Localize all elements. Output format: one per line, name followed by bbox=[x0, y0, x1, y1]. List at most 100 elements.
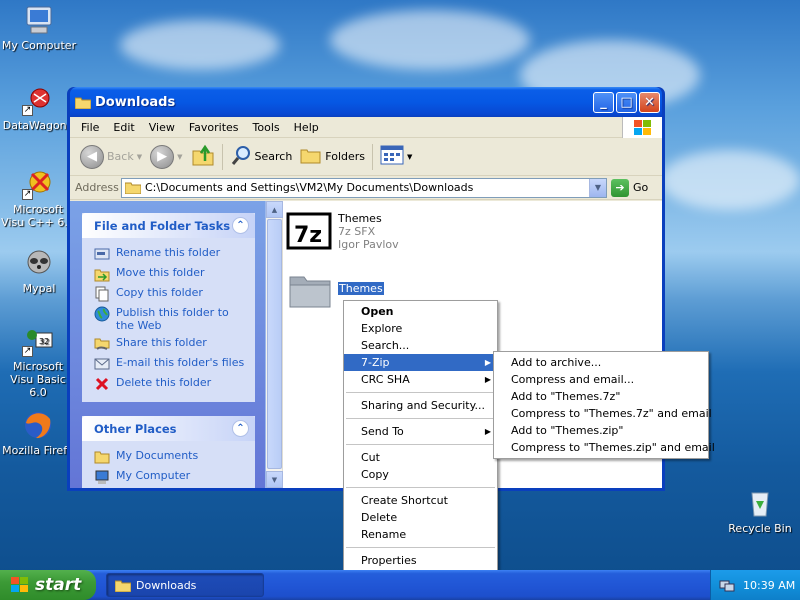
menu-tools[interactable]: Tools bbox=[246, 121, 287, 134]
cloud bbox=[120, 20, 280, 70]
toolbar-separator bbox=[221, 143, 223, 170]
task-move-folder[interactable]: Move this folder bbox=[94, 266, 245, 282]
chevron-down-icon: ▼ bbox=[594, 183, 602, 192]
context-sharing-security[interactable]: Sharing and Security... bbox=[344, 397, 497, 414]
desktop-icon-recycle-bin[interactable]: Recycle Bin bbox=[722, 487, 798, 535]
forward-arrow-icon: ▶ bbox=[150, 144, 175, 169]
dropdown-arrow-icon: ▼ bbox=[136, 152, 143, 161]
7zip-add-to-7z[interactable]: Add to "Themes.7z" bbox=[494, 388, 708, 405]
clock[interactable]: 10:39 AM bbox=[743, 579, 795, 592]
chevron-up-icon: ▲ bbox=[271, 205, 278, 214]
task-publish-folder[interactable]: Publish this folder to the Web bbox=[94, 306, 245, 332]
7zip-compress-email[interactable]: Compress and email... bbox=[494, 371, 708, 388]
system-tray: 10:39 AM bbox=[710, 570, 800, 600]
context-properties[interactable]: Properties bbox=[344, 552, 497, 569]
7zip-compress-zip-email[interactable]: Compress to "Themes.zip" and email bbox=[494, 439, 715, 456]
taskbar-downloads-button[interactable]: Downloads bbox=[106, 573, 264, 597]
place-my-computer[interactable]: My Computer bbox=[94, 469, 245, 485]
desktop-icon-my-computer[interactable]: My Computer bbox=[1, 4, 77, 52]
collapse-icon[interactable]: ⌃ bbox=[232, 217, 249, 234]
file-item-themes-7z[interactable]: 7z Themes 7z SFX Igor Pavlov bbox=[286, 212, 399, 253]
toolbar-separator bbox=[372, 143, 374, 170]
menu-help[interactable]: Help bbox=[287, 121, 326, 134]
panel-header[interactable]: Other Places ⌃ bbox=[82, 416, 255, 441]
desktop-icon-visual-basic[interactable]: 32 ↗ Microsoft Visu Basic 6.0 bbox=[0, 325, 76, 399]
menu-separator bbox=[346, 487, 495, 488]
menu-separator bbox=[346, 547, 495, 548]
submenu-arrow-icon: ▶ bbox=[484, 427, 491, 436]
scroll-up-button[interactable]: ▲ bbox=[266, 201, 283, 218]
task-copy-folder[interactable]: Copy this folder bbox=[94, 286, 245, 302]
context-crc-sha[interactable]: CRC SHA ▶ bbox=[344, 371, 497, 388]
svg-text:32: 32 bbox=[39, 337, 49, 346]
place-my-documents[interactable]: My Documents bbox=[94, 449, 245, 465]
task-email-files[interactable]: E-mail this folder's files bbox=[94, 356, 245, 372]
other-places-panel: Other Places ⌃ My Documents My Computer bbox=[82, 416, 255, 488]
minimize-button[interactable]: _ bbox=[593, 91, 614, 113]
menu-favorites[interactable]: Favorites bbox=[182, 121, 246, 134]
minimize-icon: _ bbox=[600, 94, 607, 110]
window-title: Downloads bbox=[95, 94, 176, 110]
context-open[interactable]: Open bbox=[344, 303, 497, 320]
close-button[interactable]: ✕ bbox=[639, 91, 660, 113]
back-arrow-icon: ◀ bbox=[80, 144, 104, 169]
shortcut-arrow-icon: ↗ bbox=[22, 189, 33, 200]
folder-icon bbox=[94, 449, 110, 465]
folders-button[interactable]: Folders bbox=[296, 142, 369, 172]
context-search[interactable]: Search... bbox=[344, 337, 497, 354]
panel-header[interactable]: File and Folder Tasks ⌃ bbox=[82, 213, 255, 238]
close-icon: ✕ bbox=[644, 94, 655, 110]
up-folder-button[interactable] bbox=[187, 142, 219, 172]
desktop-icon-visual-cpp[interactable]: ↗ Microsoft Visu C++ 6.0 bbox=[0, 168, 76, 229]
menu-edit[interactable]: Edit bbox=[106, 121, 141, 134]
collapse-icon[interactable]: ⌃ bbox=[232, 420, 249, 437]
context-rename[interactable]: Rename bbox=[344, 526, 497, 543]
menu-view[interactable]: View bbox=[142, 121, 182, 134]
network-tray-icon[interactable] bbox=[719, 577, 735, 593]
menu-separator bbox=[346, 444, 495, 445]
email-icon bbox=[94, 356, 110, 372]
shortcut-arrow-icon: ↗ bbox=[22, 105, 33, 116]
address-dropdown-button[interactable]: ▼ bbox=[589, 178, 606, 197]
context-cut[interactable]: Cut bbox=[344, 449, 497, 466]
menu-file[interactable]: File bbox=[74, 121, 106, 134]
context-send-to[interactable]: Send To ▶ bbox=[344, 423, 497, 440]
globe-icon bbox=[94, 306, 110, 322]
desktop-icon-datawagon[interactable]: ↗ DataWagon.i bbox=[0, 84, 76, 132]
vertical-scrollbar[interactable]: ▲ ▼ bbox=[266, 201, 283, 488]
maximize-button[interactable]: □ bbox=[616, 91, 637, 113]
7zip-submenu: Add to archive... Compress and email... … bbox=[493, 351, 715, 459]
file-folder-tasks-panel: File and Folder Tasks ⌃ Rename this fold… bbox=[82, 213, 255, 402]
task-pane: File and Folder Tasks ⌃ Rename this fold… bbox=[70, 201, 265, 488]
context-delete[interactable]: Delete bbox=[344, 509, 497, 526]
task-share-folder[interactable]: Share this folder bbox=[94, 336, 245, 352]
7zip-add-to-archive[interactable]: Add to archive... bbox=[494, 354, 708, 371]
context-explore[interactable]: Explore bbox=[344, 320, 497, 337]
context-7zip[interactable]: 7-Zip ▶ bbox=[344, 354, 497, 371]
task-delete-folder[interactable]: Delete this folder bbox=[94, 376, 245, 392]
scrollbar-thumb[interactable] bbox=[267, 219, 282, 469]
views-button[interactable]: ▼ bbox=[376, 142, 416, 172]
go-button[interactable]: ➔ Go bbox=[611, 178, 648, 197]
search-button[interactable]: Search bbox=[226, 142, 297, 172]
7zip-icon: 7z bbox=[286, 212, 332, 253]
forward-button[interactable]: ▶ ▼ bbox=[146, 142, 186, 172]
desktop-icon-firefox[interactable]: Mozilla Firefo bbox=[0, 409, 76, 457]
7zip-add-to-zip[interactable]: Add to "Themes.zip" bbox=[494, 422, 708, 439]
desktop-icon-mypal[interactable]: Mypal bbox=[1, 247, 77, 295]
task-rename-folder[interactable]: Rename this folder bbox=[94, 246, 245, 262]
toolbar: ◀ Back ▼ ▶ ▼ Search Folders ▼ bbox=[70, 138, 662, 176]
back-button[interactable]: ◀ Back ▼ bbox=[76, 142, 146, 172]
address-bar: Address C:\Documents and Settings\VM2\My… bbox=[70, 176, 662, 200]
computer-icon bbox=[23, 4, 55, 36]
context-create-shortcut[interactable]: Create Shortcut bbox=[344, 492, 497, 509]
network-globe-icon: ↗ bbox=[22, 84, 54, 116]
svg-text:7z: 7z bbox=[294, 223, 322, 248]
start-button[interactable]: start bbox=[0, 570, 96, 600]
window-titlebar[interactable]: Downloads _ □ ✕ bbox=[70, 87, 662, 117]
menu-separator bbox=[346, 392, 495, 393]
address-input[interactable]: C:\Documents and Settings\VM2\My Documen… bbox=[121, 177, 607, 198]
context-copy[interactable]: Copy bbox=[344, 466, 497, 483]
scroll-down-button[interactable]: ▼ bbox=[266, 471, 283, 488]
7zip-compress-7z-email[interactable]: Compress to "Themes.7z" and email bbox=[494, 405, 712, 422]
